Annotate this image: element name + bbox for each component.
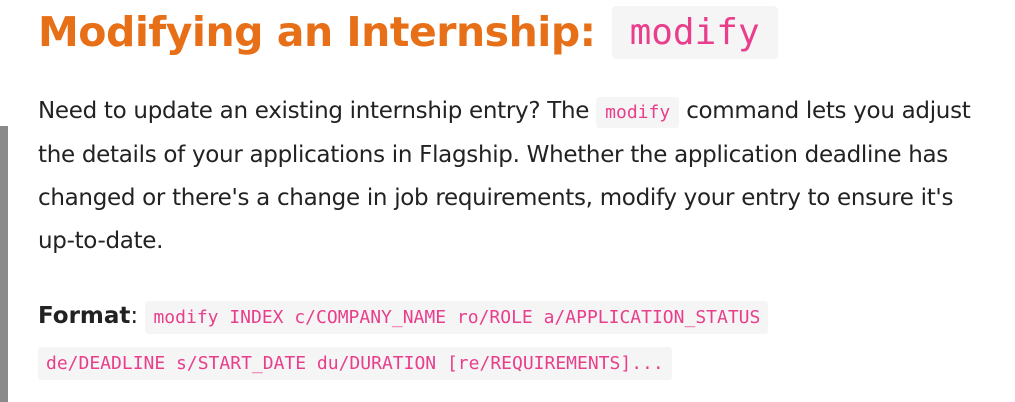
intro-text-before-code: Need to update an existing internship en… [38, 98, 590, 124]
format-label: Format [38, 303, 131, 329]
format-paragraph: Format: modify INDEX c/COMPANY_NAME ro/R… [38, 294, 988, 386]
format-command-code: modify INDEX c/COMPANY_NAME ro/ROLE a/AP… [38, 301, 769, 380]
format-separator: : [130, 303, 139, 329]
scrollbar-track[interactable] [0, 0, 8, 402]
format-code-line-1: modify INDEX c/COMPANY_NAME ro/ROLE a/AP… [153, 307, 761, 328]
scrollbar-thumb[interactable] [0, 126, 8, 402]
page-title-text: Modifying an Internship: [38, 8, 596, 56]
page-title-command-code: modify [611, 5, 778, 59]
intro-inline-code: modify [596, 97, 680, 128]
page-title: Modifying an Internship: modify [38, 4, 778, 60]
format-code-line-2: de/DEADLINE s/START_DATE du/DURATION [re… [46, 353, 664, 374]
intro-paragraph: Need to update an existing internship en… [38, 90, 988, 263]
